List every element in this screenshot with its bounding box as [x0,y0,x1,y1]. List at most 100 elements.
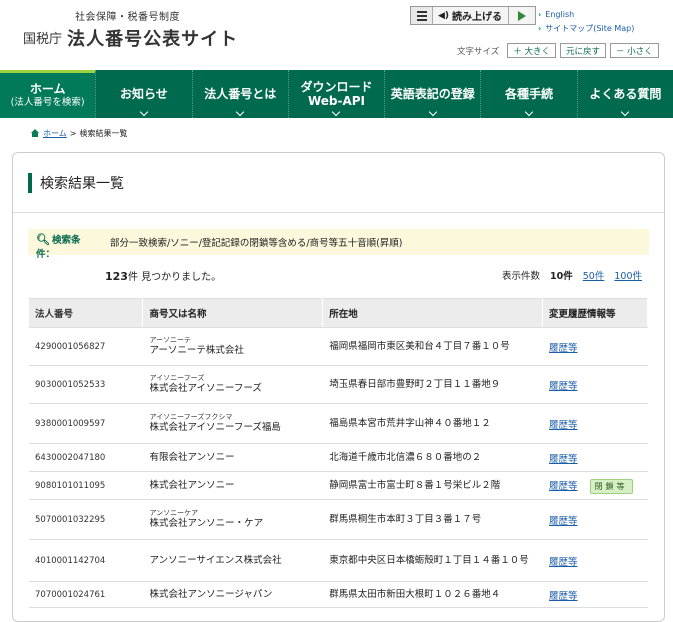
header-corporate-number: 法人番号 [29,298,144,328]
company-name-cell: 株式会社アンソニー [142,471,324,500]
history-cell: 履歴等 [542,327,648,366]
company-name-cell: 有限会社アンソニー [142,443,324,472]
logo-subtitle: 社会保障・税番号制度 [75,12,180,23]
nav-news-label: お知らせ [120,87,168,101]
home-icon [30,129,40,138]
corporate-number: 4290001056827 [29,327,144,366]
logo-agency: 国税庁 [23,32,63,47]
top-links: English サイトマップ(Site Map) [538,8,634,36]
menu-icon[interactable] [411,7,433,24]
history-link[interactable]: 履歴等 [549,557,578,568]
chevron-down-icon [139,107,149,117]
company-name-cell: アーソニーテ アーソニーテ株式会社 [142,327,324,366]
closed-status-badge: 閉鎖等 [589,478,633,494]
company-name-cell: アンソニーケア 株式会社アンソニー・ケア [142,499,324,540]
nav-faq-label: よくある質問 [589,87,662,101]
company-address: 群馬県桐生市本町３丁目３番１７号 [322,499,544,540]
nav-procedures-label: 各種手続 [505,87,554,101]
company-kana: アンソニーケア [149,509,199,517]
logo-title: 法人番号公表サイト [67,29,239,50]
speaker-icon: ◀) [438,10,450,21]
chevron-down-icon [524,107,534,117]
company-address: 北海道千歳市北信濃６８０番地の２ [322,443,544,472]
history-cell: 履歴等 閉鎖等 [542,471,648,500]
history-link[interactable]: 履歴等 [549,420,578,431]
company-name: 株式会社アイソニーフーズ福島 [149,422,281,433]
breadcrumb: ホーム > 検索結果一覧 [30,128,127,139]
history-link[interactable]: 履歴等 [549,591,578,602]
per-page-selector: 表示件数 10件 50件 100件 [502,268,642,282]
table-row: 5070001032295 アンソニーケア 株式会社アンソニー・ケア 群馬県桐生市… [29,499,648,540]
company-name: 株式会社アンソニー [149,479,235,491]
history-link[interactable]: 履歴等 [549,481,578,492]
nav-home-sub: (法人番号を検索) [10,96,85,108]
result-count-number: 123 [105,270,128,283]
table-row: 9080101011095 株式会社アンソニー 静岡県富士市富士町８番１号栄ビル… [29,471,648,500]
history-cell: 履歴等 [542,365,648,404]
company-address: 東京都中央区日本橋蛎殻町１丁目１４番１０号 [322,539,544,582]
chevron-down-icon [332,107,341,117]
chevron-down-icon [235,107,245,117]
corporate-number: 9380001009597 [29,403,144,444]
table-row: 4290001056827 アーソニーテ アーソニーテ株式会社 福岡県福岡市東区美… [29,327,648,366]
history-link[interactable]: 履歴等 [549,454,578,465]
english-link[interactable]: English [538,8,634,22]
table-row: 6430002047180 有限会社アンソニー 北海道千歳市北信濃６８０番地の２… [29,443,648,472]
search-condition: 🔍︎ 検索条件： 部分一致検索/ソニー/登記記録の閉鎖等含める/商号等五十音順(昇… [28,229,649,260]
nav-news[interactable]: お知らせ [95,70,191,118]
company-name-cell: アイソニーフーズ 株式会社アイソニーフーズ [142,365,324,404]
history-cell: 履歴等 [542,499,648,540]
history-link[interactable]: 履歴等 [549,381,578,392]
read-aloud-button[interactable]: ◀) 読み上げる [433,7,510,24]
company-kana: アイソニーフーズ [149,374,205,382]
table-row: 9380001009597 アイソニーフーズフクシマ 株式会社アイソニーフーズ福島… [29,403,648,444]
company-name-cell: アイソニーフーズフクシマ 株式会社アイソニーフーズ福島 [142,403,324,444]
company-name: アーソニーテ株式会社 [149,345,244,356]
history-link[interactable]: 履歴等 [549,343,578,354]
title-divider [13,212,664,213]
global-nav: ホーム (法人番号を検索) お知らせ 法人番号とは ダウンロード Web-API… [0,70,673,118]
nav-download[interactable]: ダウンロード Web-API [287,70,384,118]
header-history: 変更履歴情報等 [542,298,648,328]
nav-procedures[interactable]: 各種手続 [480,70,576,118]
chevron-down-icon [428,107,438,117]
font-smaller-button[interactable]: － 小さく [609,43,659,58]
company-name-cell: アンソニーサイエンス株式会社 [142,539,324,582]
font-larger-button[interactable]: ＋ 大きく [507,43,556,58]
font-reset-button[interactable]: 元に戻す [559,43,606,58]
company-name: アンソニーサイエンス株式会社 [149,554,282,566]
corporate-number: 9030001052533 [29,365,144,404]
table-header-row: 法人番号 商号又は名称 所在地 変更履歴情報等 [29,298,648,328]
per-page-current: 10件 [550,271,573,282]
history-link[interactable]: 履歴等 [549,516,578,527]
per-page-100-link[interactable]: 100件 [614,268,642,282]
page-title: 検索結果一覧 [28,173,124,193]
font-size-controls: 文字サイズ ＋ 大きく 元に戻す － 小さく [457,43,659,58]
nav-download-sub: Web-API [307,94,366,108]
breadcrumb-home-link[interactable]: ホーム [43,128,67,139]
per-page-label: 表示件数 [502,271,541,282]
header-address: 所在地 [322,298,544,328]
read-aloud-bar: ◀) 読み上げる [410,6,537,25]
nav-home[interactable]: ホーム (法人番号を検索) [0,70,96,118]
corporate-number: 9080101011095 [29,471,144,500]
site-logo[interactable]: 社会保障・税番号制度 国税庁 法人番号公表サイト [23,8,238,51]
play-icon[interactable] [509,7,535,24]
chevron-down-icon [621,107,630,117]
company-name: 有限会社アンソニー [149,451,235,463]
nav-about[interactable]: 法人番号とは [191,70,288,118]
header-name: 商号又は名称 [142,298,324,328]
company-address: 静岡県富士市富士町８番１号栄ビル２階 [322,471,544,500]
table-row: 9030001052533 アイソニーフーズ 株式会社アイソニーフーズ 埼玉県春日… [29,365,648,404]
sitemap-link[interactable]: サイトマップ(Site Map) [538,22,634,36]
corporate-number: 4010001142704 [29,539,144,582]
company-address: 埼玉県春日部市豊野町２丁目１１番地９ [322,365,544,404]
search-icon: 🔍︎ [36,233,50,246]
result-count: 123件 見つかりました。 [105,268,221,283]
search-condition-label: 🔍︎ 検索条件： [36,233,96,262]
nav-faq[interactable]: よくある質問 [576,70,673,118]
breadcrumb-separator: > [69,129,77,138]
nav-english[interactable]: 英語表記の登録 [384,70,480,118]
corporate-number: 5070001032295 [29,499,144,540]
per-page-50-link[interactable]: 50件 [583,268,605,282]
